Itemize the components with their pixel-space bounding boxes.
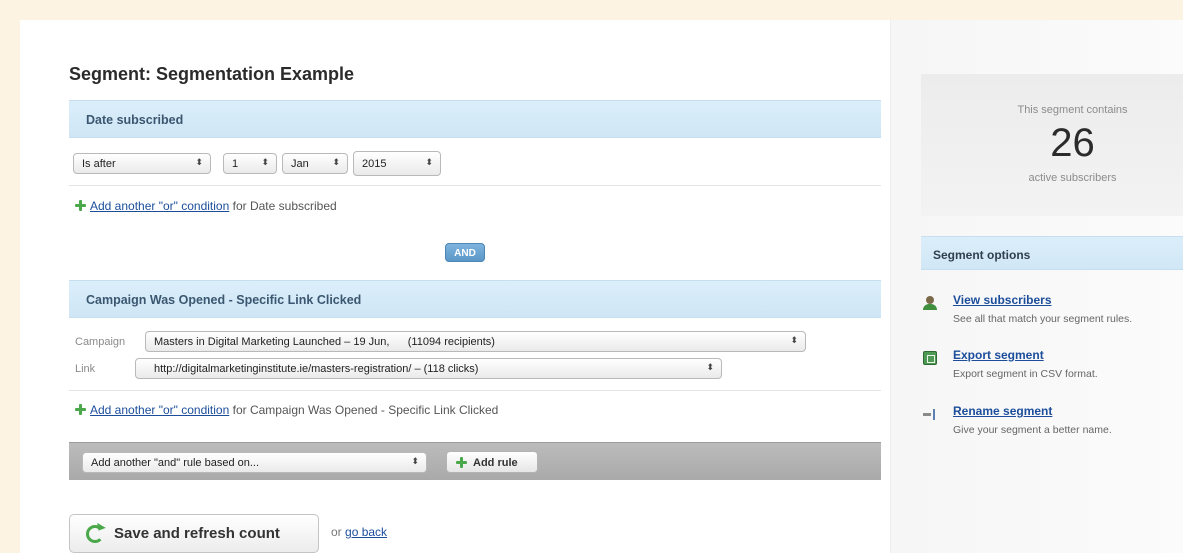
count-caption: This segment contains	[1017, 104, 1128, 116]
select-arrow-icon: ⬍	[425, 157, 433, 167]
select-arrow-icon: ⬍	[411, 456, 419, 466]
plus-icon	[75, 200, 86, 211]
date-month-value: Jan	[291, 158, 309, 170]
date-year-value: 2015	[362, 158, 387, 170]
save-label: Save and refresh count	[114, 525, 280, 542]
rename-segment-link[interactable]: Rename segment	[953, 404, 1052, 418]
save-and-refresh-button[interactable]: Save and refresh count	[69, 514, 319, 553]
go-back-link[interactable]: go back	[345, 525, 387, 539]
page: Segment: Segmentation Example Date subsc…	[20, 20, 1183, 553]
date-operator-value: Is after	[82, 158, 116, 170]
add-rule-button[interactable]: Add rule	[446, 451, 538, 473]
rename-icon	[923, 407, 937, 421]
select-arrow-icon: ⬍	[195, 157, 203, 167]
link-label: Link	[75, 363, 96, 375]
date-year-select[interactable]: 2015 ⬍	[353, 151, 441, 176]
divider	[69, 390, 881, 391]
segment-options-heading: Segment options	[921, 236, 1183, 270]
campaign-label: Campaign	[75, 336, 126, 348]
select-arrow-icon: ⬍	[261, 157, 269, 167]
rename-segment-desc: Give your segment a better name.	[953, 424, 1112, 436]
count-subcaption: active subscribers	[1028, 172, 1117, 184]
export-segment-link[interactable]: Export segment	[953, 348, 1044, 362]
or-text: or	[331, 525, 342, 539]
export-icon	[923, 351, 937, 365]
plus-icon	[456, 457, 467, 468]
option-export-segment: Export segment Export segment in CSV for…	[921, 348, 1183, 392]
export-segment-desc: Export segment in CSV format.	[953, 368, 1098, 380]
campaign-rule-heading: Campaign Was Opened - Specific Link Clic…	[69, 280, 881, 318]
date-add-or-condition: Add another "or" condition for Date subs…	[75, 199, 337, 213]
plus-icon	[75, 404, 86, 415]
rule-type-select[interactable]: Add another "and" rule based on... ⬍	[82, 452, 427, 473]
select-arrow-icon: ⬍	[790, 335, 798, 345]
add-rule-bar: Add another "and" rule based on... ⬍ Add…	[69, 442, 881, 480]
subscriber-count: 26	[1050, 121, 1095, 165]
segment-editor: Segment: Segmentation Example Date subsc…	[20, 20, 890, 553]
option-view-subscribers: View subscribers See all that match your…	[921, 293, 1183, 337]
campaign-select[interactable]: Masters in Digital Marketing Launched – …	[145, 331, 806, 352]
subscriber-count-box: This segment contains 26 active subscrib…	[921, 74, 1183, 216]
date-day-value: 1	[232, 158, 239, 170]
and-badge: AND	[445, 243, 485, 262]
link-select[interactable]: http://digitalmarketinginstitute.ie/mast…	[135, 358, 722, 379]
page-title: Segment: Segmentation Example	[69, 64, 355, 84]
campaign-add-or-condition: Add another "or" condition for Campaign …	[75, 403, 498, 417]
link-value: http://digitalmarketinginstitute.ie/mast…	[154, 363, 479, 375]
sidebar: This segment contains 26 active subscrib…	[890, 20, 1183, 553]
date-month-select[interactable]: Jan ⬍	[282, 153, 348, 174]
go-back-row: or go back	[331, 525, 387, 539]
option-rename-segment: Rename segment Give your segment a bette…	[921, 404, 1183, 448]
select-arrow-icon: ⬍	[332, 157, 340, 167]
date-operator-select[interactable]: Is after ⬍	[73, 153, 211, 174]
date-rule-heading: Date subscribed	[69, 100, 881, 138]
date-add-or-suffix: for Date subscribed	[232, 199, 337, 213]
select-arrow-icon: ⬍	[706, 362, 714, 372]
rule-type-value: Add another "and" rule based on...	[91, 457, 260, 469]
campaign-value: Masters in Digital Marketing Launched – …	[154, 336, 495, 348]
view-subscribers-desc: See all that match your segment rules.	[953, 313, 1133, 325]
campaign-add-or-suffix: for Campaign Was Opened - Specific Link …	[232, 403, 499, 417]
view-subscribers-link[interactable]: View subscribers	[953, 293, 1052, 307]
add-rule-label: Add rule	[473, 457, 518, 469]
person-icon	[923, 296, 937, 310]
divider	[69, 185, 881, 186]
campaign-add-or-link[interactable]: Add another "or" condition	[90, 403, 229, 417]
date-add-or-link[interactable]: Add another "or" condition	[90, 199, 229, 213]
date-day-select[interactable]: 1 ⬍	[223, 153, 277, 174]
refresh-icon	[86, 525, 104, 543]
